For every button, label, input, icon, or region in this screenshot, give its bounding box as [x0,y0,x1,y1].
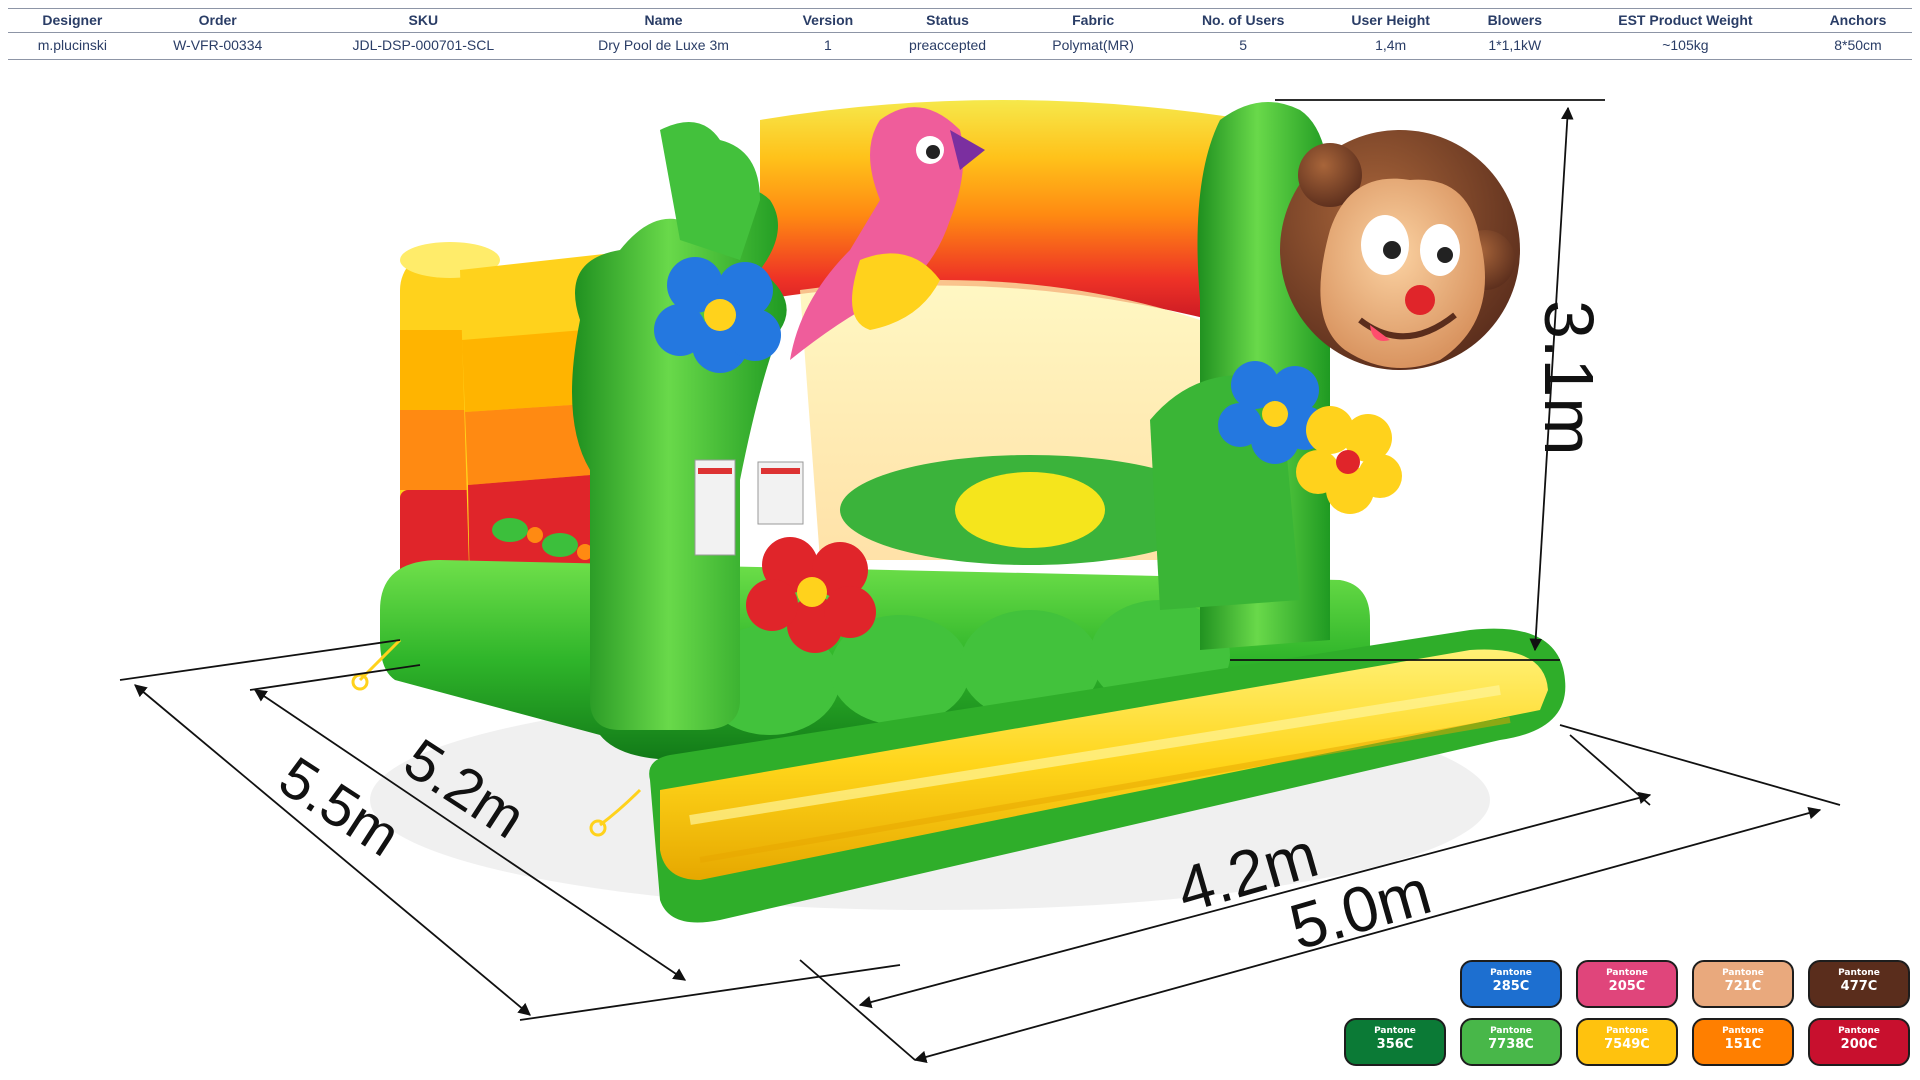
dim-outer-depth-label: 5.5m [268,744,412,869]
swatch-label: Pantone [1374,1026,1416,1036]
swatch-label: Pantone [1722,968,1764,978]
spec-header-row: Designer Order SKU Name Version Status F… [8,8,1912,33]
value-designer: m.plucinski [8,32,137,60]
swatch-label: Pantone [1490,968,1532,978]
value-order: W-VFR-00334 [136,32,299,60]
col-status: Status [876,8,1019,33]
swatch-code: 151C [1724,1037,1762,1052]
swatch-label: Pantone [1838,1026,1880,1036]
col-version: Version [779,8,877,33]
value-weight: ~105kg [1566,32,1804,60]
col-weight: EST Product Weight [1566,8,1804,33]
swatch-label: Pantone [1606,968,1648,978]
col-blowers: Blowers [1462,8,1567,33]
swatch-code: 200C [1840,1037,1878,1052]
swatch-code: 477C [1840,979,1878,994]
swatch-code: 721C [1724,979,1762,994]
swatch-356c: Pantone 356C [1344,1018,1446,1066]
swatch-285c: Pantone 285C [1460,960,1562,1008]
swatch-label: Pantone [1490,1026,1532,1036]
col-order: Order [136,8,299,33]
swatch-label: Pantone [1838,968,1880,978]
swatch-code: 7549C [1604,1037,1650,1052]
swatch-477c: Pantone 477C [1808,960,1910,1008]
value-sku: JDL-DSP-000701-SCL [298,32,548,60]
swatch-151c: Pantone 151C [1692,1018,1794,1066]
swatch-200c: Pantone 200C [1808,1018,1910,1066]
dim-height-label: 3.1m [1530,300,1608,456]
value-version: 1 [779,32,877,60]
col-designer: Designer [8,8,137,33]
col-sku: SKU [298,8,548,33]
col-user-height: User Height [1318,8,1463,33]
spec-value-row: m.plucinski W-VFR-00334 JDL-DSP-000701-S… [8,32,1912,60]
swatch-205c: Pantone 205C [1576,960,1678,1008]
col-users: No. of Users [1167,8,1319,33]
swatch-code: 356C [1376,1037,1414,1052]
spec-table: Designer Order SKU Name Version Status F… [8,8,1912,60]
swatch-code: 205C [1608,979,1646,994]
value-user-height: 1,4m [1318,32,1463,60]
swatch-7738c: Pantone 7738C [1460,1018,1562,1066]
value-name: Dry Pool de Luxe 3m [547,32,780,60]
pantone-swatches: Pantone 285C Pantone 205C Pantone 721C P… [1344,960,1920,1080]
value-users: 5 [1167,32,1319,60]
swatch-721c: Pantone 721C [1692,960,1794,1008]
product-render: 3.1m 5.5m 5.2m 4.2m 5.0m [119,99,1841,1064]
value-anchors: 8*50cm [1803,32,1912,60]
value-fabric: Polymat(MR) [1018,32,1168,60]
col-fabric: Fabric [1018,8,1168,33]
value-status: preaccepted [876,32,1019,60]
swatch-label: Pantone [1722,1026,1764,1036]
swatch-label: Pantone [1606,1026,1648,1036]
swatch-code: 7738C [1488,1037,1534,1052]
col-name: Name [547,8,780,33]
monkey-head [1280,130,1520,370]
swatch-code: 285C [1492,979,1530,994]
value-blowers: 1*1,1kW [1462,32,1567,60]
col-anchors: Anchors [1803,8,1912,33]
swatch-7549c: Pantone 7549C [1576,1018,1678,1066]
